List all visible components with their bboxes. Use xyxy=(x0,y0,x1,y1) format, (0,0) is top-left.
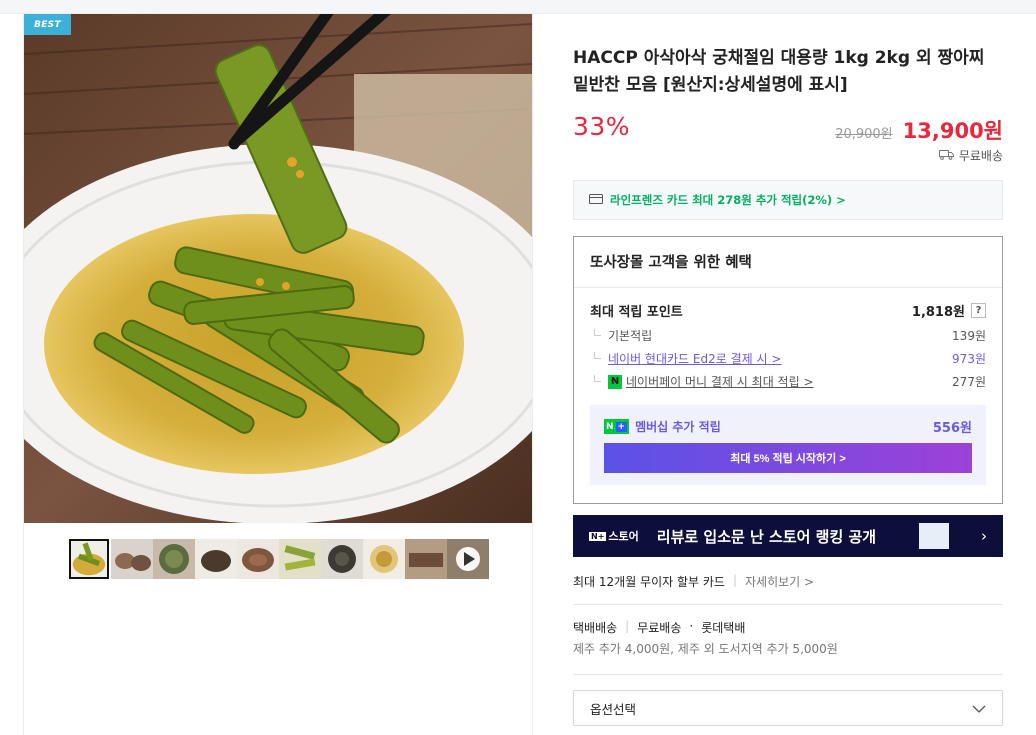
option-label: 옵션선택 xyxy=(590,701,637,717)
membership-row: N + 멤버십 추가 적립 556원 xyxy=(604,417,972,436)
chevron-down-icon xyxy=(972,701,986,716)
delivery-info: 무료배송 xyxy=(938,147,1003,164)
points-value: 139원 xyxy=(952,329,986,343)
benefit-panel: 또사장몰 고객을 위한 혜택 최대 적립 포인트 1,818원 ? 기본적립 1… xyxy=(573,236,1003,504)
max-points-row: 최대 적립 포인트 1,818원 ? xyxy=(590,301,986,320)
membership-label: 멤버십 추가 적립 xyxy=(635,420,721,434)
thumbnail-image xyxy=(195,539,237,579)
thumbnail-strip xyxy=(69,539,489,579)
delivery-label: 무료배송 xyxy=(958,149,1003,163)
thumbnail-image xyxy=(405,539,447,579)
points-value: 277원 xyxy=(952,375,986,389)
membership-value: 556원 xyxy=(932,421,972,436)
logo-n-box: N+ xyxy=(589,531,607,541)
thumbnail-image xyxy=(321,539,363,579)
thumbnail-7[interactable] xyxy=(321,539,363,579)
chevron-right-icon: › xyxy=(981,527,987,545)
thumbnail-3[interactable] xyxy=(153,539,195,579)
points-row-basic: 기본적립 139원 xyxy=(590,327,986,344)
truck-icon xyxy=(938,149,954,163)
thumbnail-image xyxy=(279,539,321,579)
thumbnail-image xyxy=(153,539,195,579)
shipping-carrier: 롯데택배 xyxy=(701,621,746,635)
thumbnail-image xyxy=(71,541,107,577)
points-label-wrap: N 네이버페이 머니 결제 시 최대 적립 > xyxy=(590,373,814,390)
hyundai-card-link[interactable]: 네이버 현대카드 Ed2로 결제 시 > xyxy=(608,350,781,367)
thumbnail-image xyxy=(447,539,489,579)
plus-glyph: + xyxy=(615,421,628,432)
best-badge: BEST xyxy=(24,14,71,35)
banner-illustration xyxy=(919,523,949,549)
shipping-extra: 제주 추가 4,000원, 제주 외 도서지역 추가 5,000원 xyxy=(573,642,838,656)
divider: | xyxy=(732,573,738,587)
thumbnail-video[interactable] xyxy=(447,539,489,579)
option-select[interactable]: 옵션선택 xyxy=(573,690,1003,726)
max-points-value: 1,818원 xyxy=(911,305,965,320)
divider-line xyxy=(573,604,1003,605)
benefit-heading: 또사장몰 고객을 위한 혜택 xyxy=(574,237,1002,288)
thumbnail-1[interactable] xyxy=(69,539,109,579)
pickled-stems-photo xyxy=(24,14,532,523)
dot-separator: · xyxy=(689,619,694,633)
thumbnail-2[interactable] xyxy=(111,539,153,579)
points-label-wrap: 네이버 현대카드 Ed2로 결제 시 > xyxy=(590,350,781,367)
top-strip xyxy=(0,0,1036,14)
membership-start-button[interactable]: 최대 5% 적립 시작하기 > xyxy=(604,443,972,473)
shipping-free: 무료배송 xyxy=(637,621,682,635)
points-row-npay: N 네이버페이 머니 결제 시 최대 적립 > 277원 xyxy=(590,373,986,390)
discount-rate: 33% xyxy=(573,112,631,141)
divider-line xyxy=(573,674,1003,675)
original-price: 20,900원 xyxy=(835,127,893,142)
sale-price: 13,900원 xyxy=(902,119,1003,143)
thumbnail-4[interactable] xyxy=(195,539,237,579)
installment-detail-link[interactable]: 자세히보기 > xyxy=(745,573,814,590)
naver-plus-store-logo: N+ 스토어 xyxy=(589,528,639,544)
naver-n-glyph: N xyxy=(606,421,614,432)
naver-plus-icon: N + xyxy=(604,419,630,434)
center-divider xyxy=(532,14,533,735)
credit-card-icon xyxy=(589,193,603,208)
max-points-label: 최대 적립 포인트 xyxy=(590,305,683,320)
thumbnail-8[interactable] xyxy=(363,539,405,579)
installment-text: 최대 12개월 무이자 할부 카드 xyxy=(573,575,725,589)
membership-box: N + 멤버십 추가 적립 556원 최대 5% 적립 시작하기 > xyxy=(590,405,986,485)
thumbnail-6[interactable] xyxy=(279,539,321,579)
card-promo-box[interactable]: 라인프렌즈 카드 최대 278원 추가 적립(2%) > xyxy=(573,180,1003,220)
shipping-type: 택배배송 xyxy=(573,621,618,635)
store-ranking-banner[interactable]: N+ 스토어 리뷰로 입소문 난 스토어 랭킹 공개 › xyxy=(573,515,1003,557)
banner-text: 리뷰로 입소문 난 스토어 랭킹 공개 xyxy=(656,527,877,546)
npay-icon: N xyxy=(608,374,622,389)
thumbnail-image xyxy=(111,539,153,579)
points-value: 973원 xyxy=(952,352,986,366)
shipping-row: 택배배송 | 무료배송 · 롯데택배 xyxy=(573,619,745,636)
help-icon[interactable]: ? xyxy=(971,303,986,318)
thumbnail-image xyxy=(237,539,279,579)
logo-text: 스토어 xyxy=(608,530,639,543)
product-main-image[interactable] xyxy=(24,14,532,523)
installment-row: 최대 12개월 무이자 할부 카드 | 자세히보기 > xyxy=(573,573,814,590)
thumbnail-image xyxy=(363,539,405,579)
points-label: 기본적립 xyxy=(590,327,652,344)
points-row-hyundai-card: 네이버 현대카드 Ed2로 결제 시 > 973원 xyxy=(590,350,986,367)
thumbnail-5[interactable] xyxy=(237,539,279,579)
product-title: HACCP 아삭아삭 궁채절임 대용량 1kg 2kg 외 짱아찌 밑반찬 모음… xyxy=(573,48,985,95)
npay-money-link[interactable]: 네이버페이 머니 결제 시 최대 적립 > xyxy=(626,373,814,390)
thumbnail-9[interactable] xyxy=(405,539,447,579)
membership-label-wrap: N + 멤버십 추가 적립 xyxy=(604,418,721,435)
divider: | xyxy=(625,619,630,633)
card-promo-text[interactable]: 라인프렌즈 카드 최대 278원 추가 적립(2%) > xyxy=(610,192,846,208)
price-row: 20,900원 13,900원 xyxy=(835,115,1003,145)
